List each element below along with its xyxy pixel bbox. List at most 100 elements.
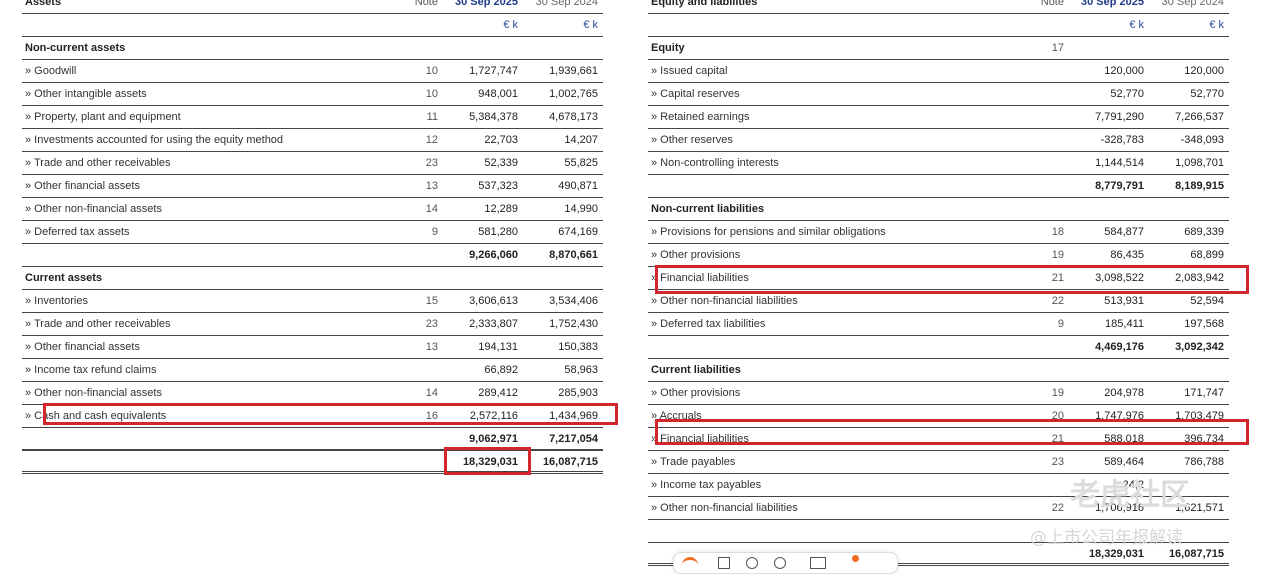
value-2025: -328,783 xyxy=(1100,134,1144,146)
value-2024: 68,899 xyxy=(1190,249,1224,261)
value-2025 xyxy=(1068,359,1144,381)
note-reference: 19 xyxy=(1051,387,1064,399)
table-row: » Deferred tax assets 9 581,280 674,169 xyxy=(22,221,603,244)
table-row: » Deferred tax liabilities 9 185,411 197,56… xyxy=(648,313,1229,336)
value-2025 xyxy=(442,37,518,59)
table-row: » Other reserves -328,783 -348,093 xyxy=(648,129,1229,152)
value-2024: 7,266,537 xyxy=(1175,111,1224,123)
value-2025: 66,892 xyxy=(484,364,518,376)
row-label: » Other intangible assets xyxy=(25,88,147,100)
row-label: » Provisions for pensions and similar ob… xyxy=(651,226,886,238)
value-2025: 204,978 xyxy=(1104,387,1144,399)
value-2025: 22,703 xyxy=(484,134,518,146)
tool-icon[interactable] xyxy=(810,557,826,569)
table-row: » Other provisions 19 86,435 68,899 xyxy=(648,244,1229,267)
table-row: » Other financial assets 13 537,323 490,871 xyxy=(22,175,603,198)
row-label: » Issued capital xyxy=(651,65,728,77)
row-label: Current assets xyxy=(25,272,103,284)
tool-icon[interactable] xyxy=(774,557,786,569)
value-2024: 14,207 xyxy=(564,134,598,146)
row-label: Current liabilities xyxy=(651,364,741,376)
row-label: » Goodwill xyxy=(25,65,77,77)
value-2025: 185,411 xyxy=(1105,318,1144,330)
value-2024: -348,093 xyxy=(1180,134,1224,146)
value-2024: 16,087,715 xyxy=(542,456,598,468)
subtotal-row: 9,266,060 8,870,661 xyxy=(22,244,603,267)
table-row: » Inventories 15 3,606,613 3,534,406 xyxy=(22,290,603,313)
table-row: » Other financial assets 13 194,131 150,383 xyxy=(22,336,603,359)
value-2025: 86,435 xyxy=(1110,249,1144,261)
table-row: » Other non-financial assets 14 12,289 14,9… xyxy=(22,198,603,221)
assets-title: Assets xyxy=(25,0,62,8)
unit-label: € k xyxy=(1129,19,1144,31)
prior-year-header: 30 Sep 2024 xyxy=(535,0,598,8)
table-row: » Other intangible assets 10 948,001 1,002,… xyxy=(22,83,603,106)
row-label: » Non-controlling interests xyxy=(651,157,779,169)
tool-icon[interactable] xyxy=(746,557,758,569)
value-2024: 1,939,661 xyxy=(549,65,598,77)
value-2024: 8,189,915 xyxy=(1175,180,1224,192)
value-2024 xyxy=(1148,37,1224,59)
value-2025: 52,770 xyxy=(1110,88,1144,100)
row-label: » Trade and other receivables xyxy=(25,318,171,330)
value-2025: 2,333,807 xyxy=(469,318,518,330)
row-label: » Other non-financial assets xyxy=(25,387,162,399)
current-year-header: 30 Sep 2025 xyxy=(455,0,518,8)
value-2024: 3,092,342 xyxy=(1175,341,1224,353)
assets-unit-row: € k € k xyxy=(22,14,603,37)
note-reference: 13 xyxy=(425,341,438,353)
note-reference: 18 xyxy=(1051,226,1064,238)
value-2024: 58,963 xyxy=(564,364,598,376)
value-2025: 1,727,747 xyxy=(469,65,518,77)
row-label: Equity xyxy=(651,42,685,54)
table-row: » Property, plant and equipment 11 5,384,3… xyxy=(22,106,603,129)
table-row: » Trade and other receivables 23 52,339 55,… xyxy=(22,152,603,175)
note-column-header: Note xyxy=(1040,0,1064,8)
value-2024: 55,825 xyxy=(564,157,598,169)
value-2025: 8,779,791 xyxy=(1095,180,1144,192)
row-label: » Property, plant and equipment xyxy=(25,111,181,123)
value-2024: 674,169 xyxy=(558,226,598,238)
value-2024 xyxy=(1148,198,1224,220)
tool-icon[interactable] xyxy=(718,557,730,569)
row-label: » Retained earnings xyxy=(651,111,750,123)
value-2024: 1,752,430 xyxy=(549,318,598,330)
value-2025: 584,877 xyxy=(1104,226,1144,238)
note-column-header: Note xyxy=(414,0,438,8)
value-2024: 150,383 xyxy=(558,341,598,353)
value-2025 xyxy=(1068,198,1144,220)
value-2024: 197,568 xyxy=(1184,318,1224,330)
row-label: » Income tax payables xyxy=(651,479,762,491)
section-heading-row: Current liabilities xyxy=(648,359,1229,382)
table-row: » Capital reserves 52,770 52,770 xyxy=(648,83,1229,106)
value-2024: 14,990 xyxy=(564,203,598,215)
row-label: » Capital reserves xyxy=(651,88,740,100)
note-reference: 9 xyxy=(431,226,438,238)
value-2025: 52,339 xyxy=(484,157,518,169)
value-2025: 5,384,378 xyxy=(469,111,518,123)
subtotal-row: 8,779,791 8,189,915 xyxy=(648,175,1229,198)
note-reference: 14 xyxy=(425,203,438,215)
row-label: » Inventories xyxy=(25,295,88,307)
note-reference: 10 xyxy=(425,65,438,77)
current-year-header: 30 Sep 2025 xyxy=(1081,0,1144,8)
floating-toolbar[interactable] xyxy=(673,552,898,574)
value-2025: 9,266,060 xyxy=(469,249,518,261)
watermark-logo: 老虎社区 xyxy=(1070,478,1190,513)
row-label: » Other financial assets xyxy=(25,180,140,192)
assets-header-row: Assets Note 30 Sep 2025 30 Sep 2024 xyxy=(22,0,603,14)
row-label: » Other non-financial assets xyxy=(25,203,162,215)
value-2025 xyxy=(1068,37,1144,59)
equity-unit-row: € k € k xyxy=(648,14,1229,37)
value-2025: 7,791,290 xyxy=(1095,111,1144,123)
table-row: » Trade and other receivables 23 2,333,807… xyxy=(22,313,603,336)
value-2025: 537,323 xyxy=(478,180,518,192)
brand-icon[interactable] xyxy=(682,557,698,568)
table-row: » Provisions for pensions and similar ob… xyxy=(648,221,1229,244)
note-reference: 9 xyxy=(1057,318,1064,330)
highlight-cash xyxy=(43,403,618,425)
value-2024: 1,002,765 xyxy=(549,88,598,100)
value-2025: 948,001 xyxy=(478,88,518,100)
value-2025: 581,280 xyxy=(478,226,518,238)
value-2025: 194,131 xyxy=(478,341,518,353)
